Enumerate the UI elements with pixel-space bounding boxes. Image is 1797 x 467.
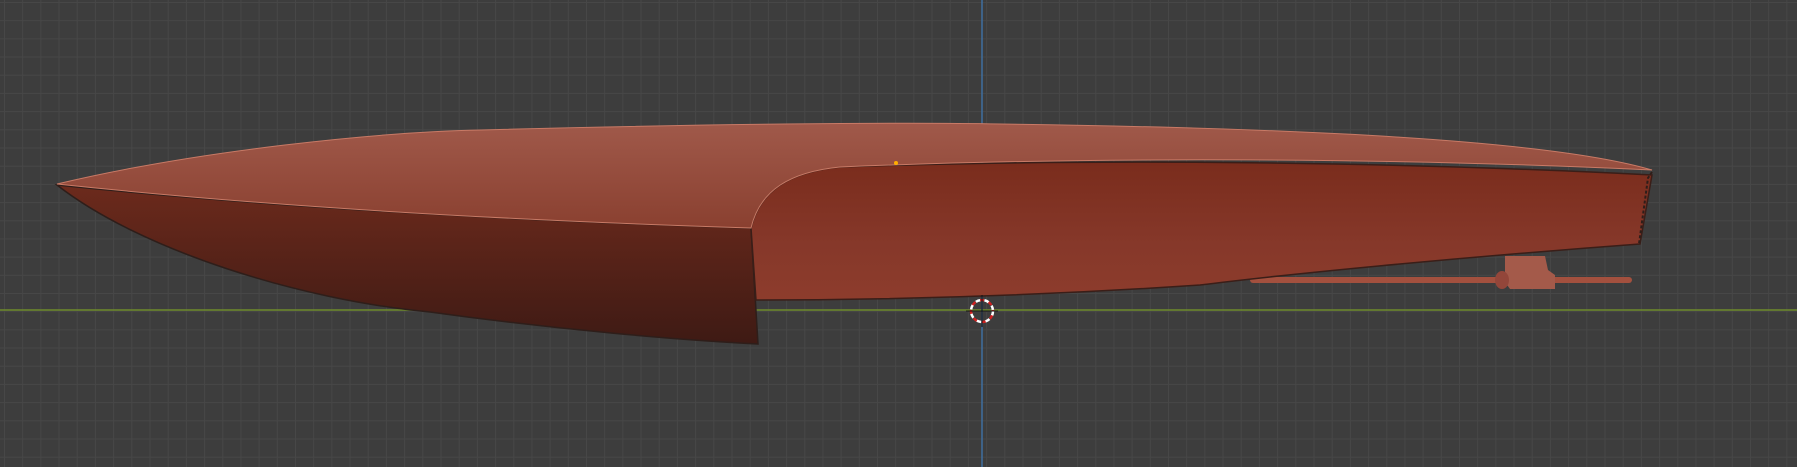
3d-cursor-icon[interactable] [966,295,998,327]
origin-dot [894,161,898,165]
3d-viewport[interactable] [0,0,1797,467]
scene [0,0,1797,467]
